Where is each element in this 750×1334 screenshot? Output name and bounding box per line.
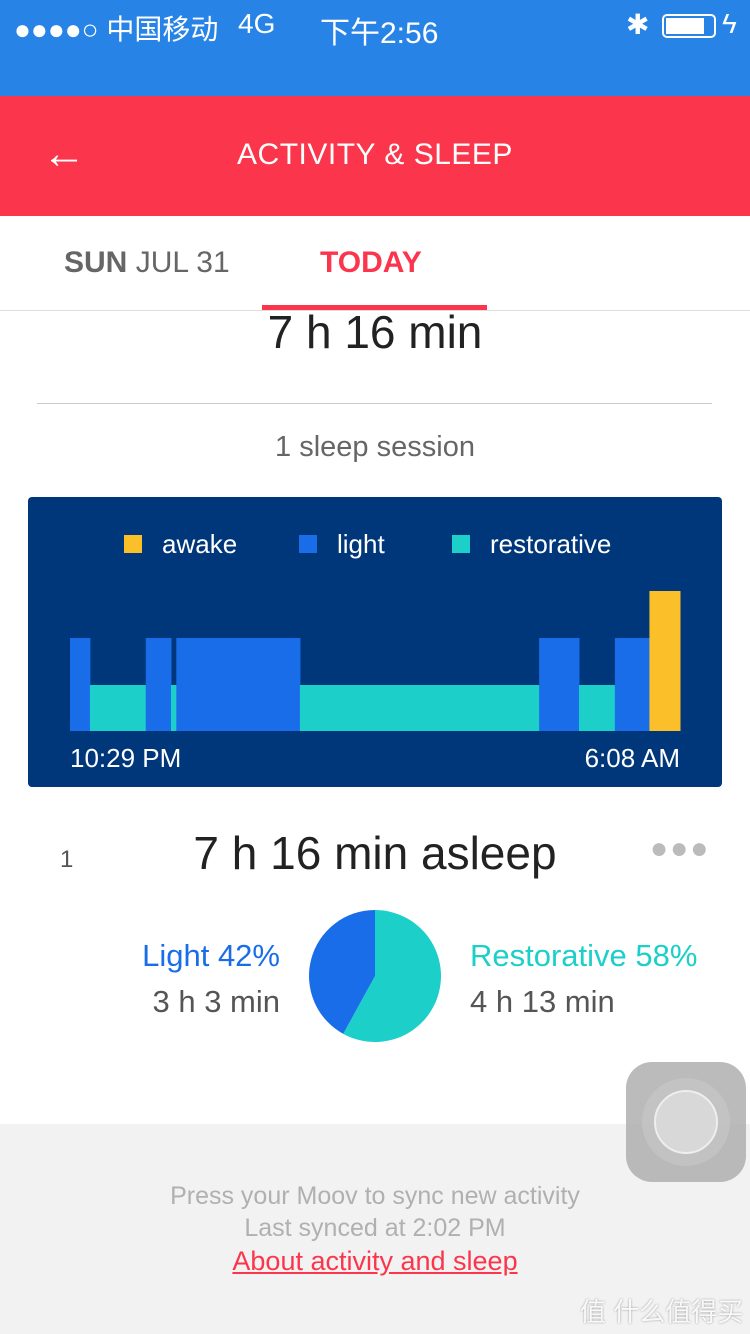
bar-light <box>145 638 172 731</box>
bar-awake <box>649 591 681 731</box>
sync-instruction: Press your Moov to sync new activity <box>170 1182 580 1210</box>
page-title: ACTIVITY & SLEEP <box>237 138 513 171</box>
bar-restorative <box>171 685 177 731</box>
sleep-pie-chart <box>308 910 441 1042</box>
restorative-duration: 4 h 13 min <box>470 984 615 1019</box>
assistive-touch-button[interactable] <box>626 1062 746 1182</box>
about-link[interactable]: About activity and sleep <box>0 1244 750 1278</box>
last-synced: Last synced at 2:02 PM <box>244 1214 506 1242</box>
restorative-percent: Restorative 58% <box>470 938 698 973</box>
clock: 下午2:56 <box>320 17 439 50</box>
tab-day: SUN <box>64 246 128 279</box>
more-horizontal-icon: ●●● <box>650 832 711 865</box>
divider <box>37 403 712 404</box>
bar-light <box>539 638 580 731</box>
bar-restorative <box>578 685 616 731</box>
tab-sun-jul-31[interactable]: SUN JUL 31 <box>64 246 230 280</box>
charging-icon: ϟ <box>722 8 737 39</box>
app-header: ← ACTIVITY & SLEEP <box>0 96 750 216</box>
tab-today[interactable]: TODAY <box>320 246 422 280</box>
session-count: 1 sleep session <box>275 431 475 463</box>
sleep-chart: awake light restorative 10:29 PM 6:08 AM <box>28 497 722 787</box>
assistive-dot-icon <box>654 1090 718 1154</box>
watermark-logo: 值 什么值得买 <box>580 1297 744 1327</box>
bar-light <box>70 638 91 731</box>
battery-icon <box>662 14 716 38</box>
total-sleep: 7 h 16 min <box>267 306 483 358</box>
bar-restorative <box>89 685 147 731</box>
session-title: 7 h 16 min asleep <box>193 827 557 879</box>
bar-light <box>176 638 301 731</box>
bar-light <box>614 638 650 731</box>
start-time: 10:29 PM <box>70 743 182 773</box>
active-tab-indicator <box>262 305 487 310</box>
network: 4G <box>238 8 276 39</box>
end-time: 6:08 AM <box>584 743 680 773</box>
light-percent: Light 42% <box>142 938 280 973</box>
tab-date: JUL 31 <box>135 246 230 279</box>
more-button[interactable]: ●●● <box>650 832 710 866</box>
date-tabs: SUN JUL 31 TODAY <box>0 216 750 311</box>
status-bar: ●●●●○ 中国移动 4G 下午2:56 ✱ ϟ <box>0 0 750 96</box>
carrier: ●●●●○ 中国移动 <box>14 14 219 45</box>
bluetooth-icon: ✱ <box>626 9 650 40</box>
light-duration: 3 h 3 min <box>152 984 280 1019</box>
bar-restorative <box>299 685 540 731</box>
